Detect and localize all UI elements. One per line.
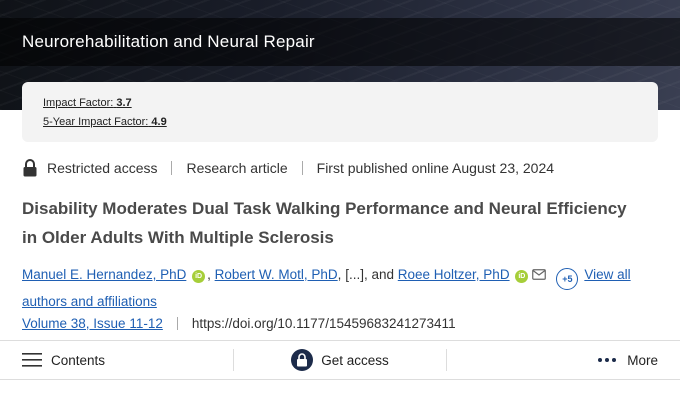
more-authors-badge[interactable]: +5 <box>556 268 579 290</box>
citation-row: Volume 38, Issue 11-12 https://doi.org/1… <box>22 314 456 332</box>
access-status: Restricted access <box>47 160 158 176</box>
contents-label: Contents <box>51 352 106 368</box>
divider <box>176 316 178 330</box>
more-dots-icon <box>598 358 617 362</box>
doi-text[interactable]: https://doi.org/10.1177/1545968324127341… <box>192 316 456 331</box>
article-meta: Restricted access Research article First… <box>22 158 554 178</box>
orcid-icon[interactable]: iD <box>192 270 206 283</box>
volume-issue-link[interactable]: Volume 38, Issue 11-12 <box>22 316 163 331</box>
authors-and: and <box>371 267 394 282</box>
author-link-holtzer[interactable]: Roee Holtzer, PhD <box>398 267 510 282</box>
more-button[interactable]: More <box>447 341 680 379</box>
impact-factor-label: Impact Factor: <box>43 97 114 109</box>
impact-factor-box: Impact Factor: 3.7 5-Year Impact Factor:… <box>22 82 658 142</box>
article-title: Disability Moderates Dual Task Walking P… <box>22 199 627 247</box>
author-link-motl[interactable]: Robert W. Motl, PhD <box>215 267 338 282</box>
impact-factor-link[interactable]: Impact Factor: 3.7 <box>43 97 132 109</box>
more-label: More <box>627 352 658 368</box>
menu-icon <box>22 353 42 367</box>
contents-button[interactable]: Contents <box>0 341 233 379</box>
get-access-button[interactable]: Get access <box>233 349 447 371</box>
article-type: Research article <box>186 160 288 176</box>
five-year-impact-factor-label: 5-Year Impact Factor: <box>43 116 149 128</box>
five-year-impact-factor-value: 4.9 <box>151 116 167 128</box>
lock-circle-icon <box>291 349 314 371</box>
mail-icon[interactable] <box>532 269 547 280</box>
divider <box>301 161 303 175</box>
journal-title[interactable]: Neurorehabilitation and Neural Repair <box>22 32 315 52</box>
five-year-impact-factor-link[interactable]: 5-Year Impact Factor: 4.9 <box>43 116 167 128</box>
orcid-icon[interactable]: iD <box>515 270 529 283</box>
divider <box>171 161 173 175</box>
lock-icon <box>23 159 37 177</box>
authors-ellipsis[interactable]: [...] <box>345 267 364 282</box>
publish-date: First published online August 23, 2024 <box>316 160 555 176</box>
author-list: Manuel E. Hernandez, PhD iD, Robert W. M… <box>22 267 631 309</box>
get-access-label: Get access <box>321 352 389 368</box>
article-toolbar: Contents Get access More <box>0 340 680 380</box>
impact-factor-value: 3.7 <box>116 97 132 109</box>
author-link-hernandez[interactable]: Manuel E. Hernandez, PhD <box>22 267 186 282</box>
